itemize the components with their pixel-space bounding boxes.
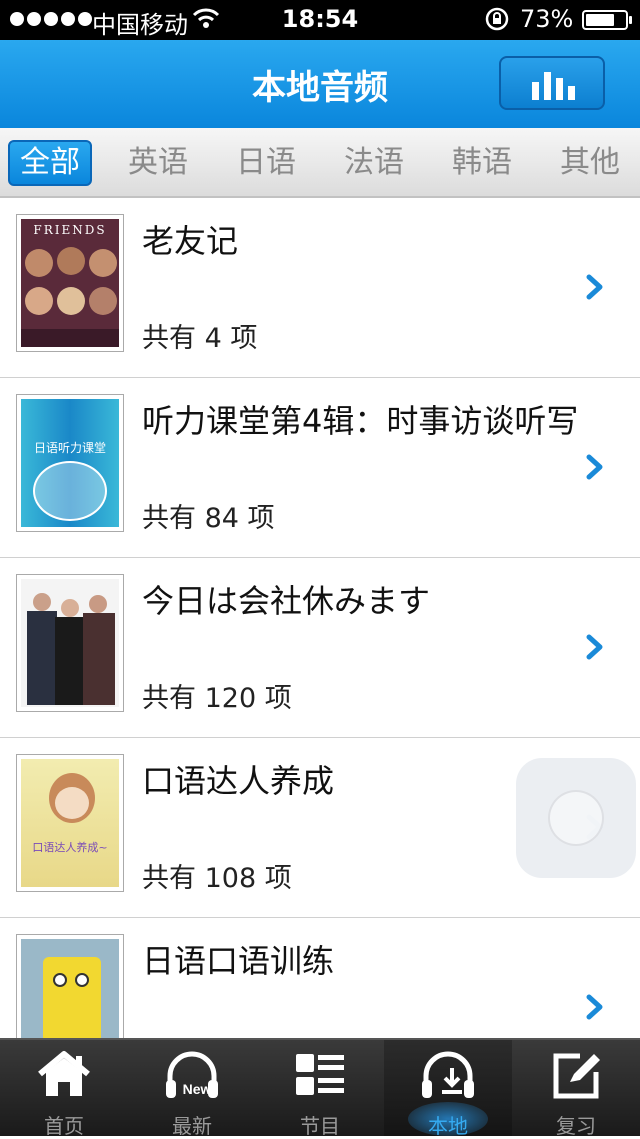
album-cover: FRIENDS <box>16 214 124 352</box>
tab-english[interactable]: 英语 <box>116 140 200 186</box>
headphones-new-icon: New <box>166 1051 218 1098</box>
list-item[interactable]: 日语口语训练 <box>0 918 640 1038</box>
equalizer-button[interactable] <box>499 56 605 110</box>
bottom-tab-label: 首页 <box>44 1114 84 1138</box>
item-count: 共有 84 项 <box>142 503 275 534</box>
tab-french[interactable]: 法语 <box>332 140 416 186</box>
item-title: 口语达人养成 <box>142 762 335 800</box>
album-cover <box>16 574 124 712</box>
edit-icon <box>553 1053 600 1099</box>
album-cover <box>16 934 124 1038</box>
chevron-right-icon <box>586 454 603 480</box>
bottom-tab-home[interactable]: 首页 <box>0 1040 128 1138</box>
bottom-tab-label: 本地 <box>428 1114 468 1138</box>
item-count: 共有 4 项 <box>142 323 258 354</box>
tab-all[interactable]: 全部 <box>8 140 92 186</box>
bottom-tab-review[interactable]: 复习 <box>512 1040 640 1138</box>
item-title: 日语口语训练 <box>142 942 335 980</box>
assistive-touch-button[interactable] <box>516 758 636 878</box>
nav-bar: 本地音频 <box>0 40 640 128</box>
category-tabs: 全部 英语 日语 法语 韩语 其他 <box>0 128 640 198</box>
bottom-tab-bar: 首页 New 最新 节目 本地 复习 <box>0 1038 640 1138</box>
assistive-touch-icon <box>548 790 604 846</box>
tab-korean[interactable]: 韩语 <box>440 140 524 186</box>
bottom-tab-label: 复习 <box>556 1114 596 1138</box>
item-title: 听力课堂第4辑：时事访谈听写 <box>142 402 579 440</box>
list-item[interactable]: FRIENDS 老友记 共有 4 项 <box>0 198 640 378</box>
item-title: 今日は会社休みます <box>142 582 431 620</box>
bottom-tab-local[interactable]: 本地 <box>384 1040 512 1138</box>
album-cover: 日语听力课堂 <box>16 394 124 532</box>
list-icon <box>296 1054 344 1095</box>
item-count: 共有 120 项 <box>142 683 292 714</box>
bottom-tab-label: 最新 <box>172 1114 212 1138</box>
chevron-right-icon <box>586 994 603 1020</box>
rotation-lock-icon <box>484 6 510 38</box>
audio-list: FRIENDS 老友记 共有 4 项 日语听力课堂 听力课堂第4辑：时事访谈听写 <box>0 198 640 1038</box>
list-item[interactable]: 日语听力课堂 听力课堂第4辑：时事访谈听写 共有 84 项 <box>0 378 640 558</box>
headphones-download-icon <box>422 1051 474 1098</box>
bottom-tab-programs[interactable]: 节目 <box>256 1040 384 1138</box>
equalizer-icon <box>532 72 575 100</box>
bottom-tab-new[interactable]: New 最新 <box>128 1040 256 1138</box>
battery-percent: 73% <box>520 5 574 33</box>
chevron-right-icon <box>586 634 603 660</box>
chevron-right-icon <box>586 274 603 300</box>
battery-icon <box>582 10 632 30</box>
item-count: 共有 108 项 <box>142 863 292 894</box>
item-title: 老友记 <box>142 222 239 260</box>
list-item[interactable]: 今日は会社休みます 共有 120 项 <box>0 558 640 738</box>
tab-other[interactable]: 其他 <box>548 140 632 186</box>
bottom-tab-label: 节目 <box>300 1114 340 1138</box>
home-icon <box>38 1051 90 1096</box>
status-bar: 中国移动 18:54 73% <box>0 0 640 40</box>
tab-japanese[interactable]: 日语 <box>224 140 308 186</box>
new-badge: New <box>183 1081 212 1097</box>
album-cover: 口语达人养成~ <box>16 754 124 892</box>
